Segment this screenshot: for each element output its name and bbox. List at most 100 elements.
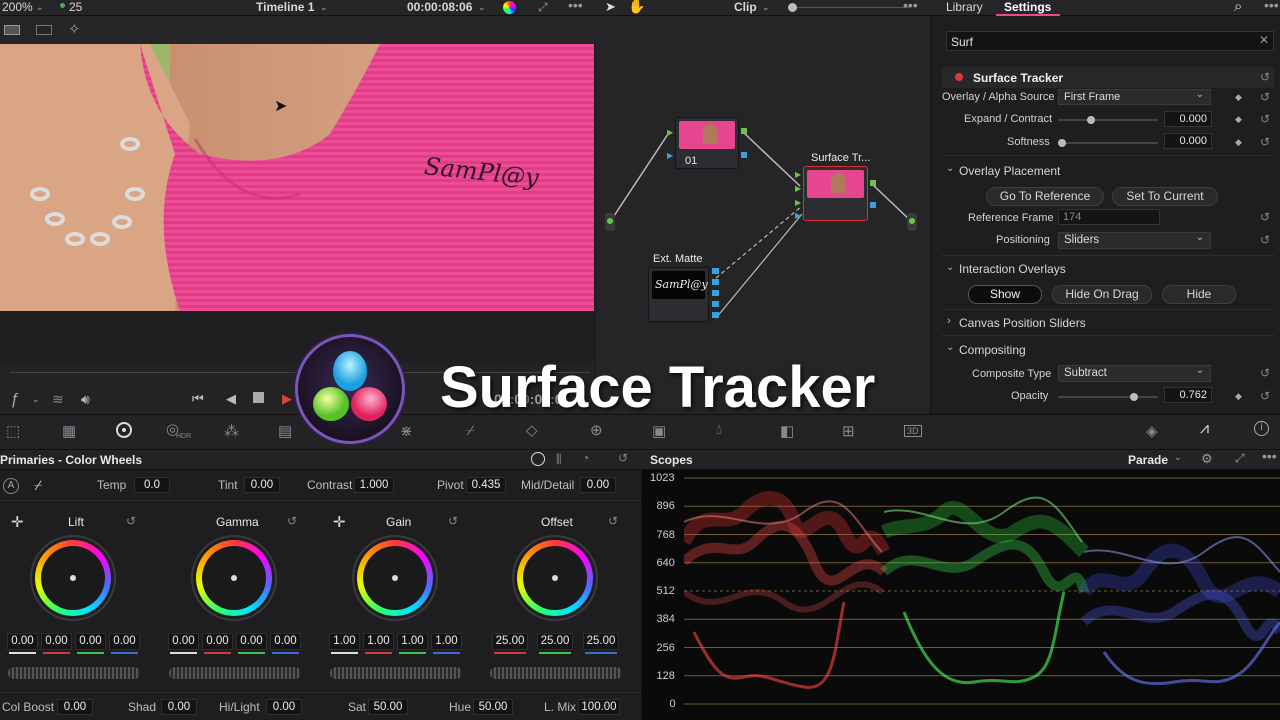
scope-mode-dropdown[interactable]: Parade xyxy=(1128,453,1168,467)
reset-icon[interactable]: ↺ xyxy=(1260,210,1270,224)
color-wheel-icon[interactable] xyxy=(503,1,516,14)
crosshair-icon[interactable]: ✛ xyxy=(11,513,24,531)
hide-button[interactable]: Hide xyxy=(1162,285,1236,304)
search-icon[interactable]: ⌕ xyxy=(1234,0,1242,15)
tab-settings[interactable]: Settings xyxy=(1004,0,1051,14)
go-to-reference-button[interactable]: Go To Reference xyxy=(986,187,1104,206)
reverse-play-icon[interactable]: ◀ xyxy=(226,391,236,407)
chevron-down-icon[interactable]: ⌄ xyxy=(32,394,40,405)
gain-master-wheel[interactable] xyxy=(330,667,462,679)
tab-library[interactable]: Library xyxy=(946,0,983,14)
viewer-frame[interactable]: SamPl@y ➤ xyxy=(0,44,594,311)
scopes-icon[interactable]: ⩘ xyxy=(1200,420,1209,438)
search-input[interactable]: Surf ✕ xyxy=(946,31,1274,51)
reset-icon[interactable]: ↺ xyxy=(1260,70,1270,84)
eyedropper-icon[interactable]: ⌿ xyxy=(34,477,42,494)
keyframe-icon[interactable]: ◆ xyxy=(1235,137,1242,148)
overlay-placement-section[interactable]: Overlay Placement xyxy=(959,164,1060,178)
blur-icon[interactable]: 💧︎ xyxy=(716,421,722,438)
lift-master-wheel[interactable] xyxy=(8,667,140,679)
reset-icon[interactable]: ↺ xyxy=(1260,366,1270,380)
volume-icon[interactable]: 🔊︎ xyxy=(81,391,90,408)
temp-value[interactable]: 0.0 xyxy=(134,477,170,493)
hand-tool-icon[interactable]: ✋ xyxy=(628,0,645,15)
sat-value[interactable]: 50.00 xyxy=(368,699,408,715)
timeline-dropdown[interactable]: Timeline 1 xyxy=(256,0,314,14)
chevron-down-icon[interactable]: ⌄ xyxy=(320,2,328,13)
rgb-mixer-icon[interactable]: ⁂ xyxy=(224,422,239,440)
col-boost-value[interactable]: 0.00 xyxy=(57,699,93,715)
clip-dropdown[interactable]: Clip xyxy=(734,0,757,14)
skip-to-start-icon[interactable]: ⏮︎ xyxy=(192,391,204,407)
3d-icon[interactable]: 3D xyxy=(904,425,922,437)
lift-g[interactable]: 0.00 xyxy=(75,633,106,650)
offset-g[interactable]: 25.00 xyxy=(537,633,573,650)
reset-icon[interactable]: ↺ xyxy=(448,514,458,528)
wheels-mode-icon[interactable] xyxy=(531,452,545,466)
gain-r[interactable]: 1.00 xyxy=(363,633,394,650)
gamma-b[interactable]: 0.00 xyxy=(270,633,301,650)
reference-frame-value[interactable]: 174 xyxy=(1058,209,1160,225)
pointer-tool-icon[interactable]: ➤ xyxy=(605,0,616,15)
tint-value[interactable]: 0.00 xyxy=(244,477,280,493)
reset-icon[interactable]: ↺ xyxy=(608,514,618,528)
gain-b[interactable]: 1.00 xyxy=(431,633,462,650)
node-01[interactable]: 01 xyxy=(675,117,739,169)
positioning-dropdown[interactable]: Sliders ⌄ xyxy=(1058,232,1211,249)
gain-y[interactable]: 1.00 xyxy=(329,633,360,650)
reset-icon[interactable]: ↺ xyxy=(1260,233,1270,247)
stop-icon[interactable] xyxy=(253,392,264,403)
gamma-master-wheel[interactable] xyxy=(169,667,301,679)
magic-wand-icon[interactable]: ✧ xyxy=(68,20,81,38)
magic-mask-icon[interactable]: ▣ xyxy=(652,422,666,440)
node-surface-tracker[interactable] xyxy=(803,166,868,221)
expand-value[interactable]: 0.000 xyxy=(1164,111,1212,127)
timecode-readout[interactable]: 00:00:08:06 xyxy=(407,0,472,14)
opacity-slider[interactable] xyxy=(1058,393,1158,401)
chevron-down-icon[interactable]: ⌄ xyxy=(1174,452,1182,463)
keyframe-icon[interactable]: ◆ xyxy=(1235,114,1242,125)
output-port[interactable] xyxy=(907,213,917,231)
pivot-value[interactable]: 0.435 xyxy=(466,477,506,493)
gamma-g[interactable]: 0.00 xyxy=(236,633,267,650)
window-icon[interactable]: ◇ xyxy=(526,421,538,439)
gamma-y[interactable]: 0.00 xyxy=(168,633,199,650)
zoom-slider[interactable] xyxy=(790,7,910,8)
reset-icon[interactable]: ↺ xyxy=(126,514,136,528)
gain-g[interactable]: 1.00 xyxy=(397,633,428,650)
lift-r[interactable]: 0.00 xyxy=(41,633,72,650)
expand-slider[interactable] xyxy=(1058,116,1158,124)
input-port[interactable] xyxy=(605,213,615,231)
play-icon[interactable]: ▶ xyxy=(282,391,292,407)
reset-icon[interactable]: ↺ xyxy=(287,514,297,528)
motion-effects-icon[interactable]: ▤ xyxy=(278,422,292,440)
auto-balance-icon[interactable]: A xyxy=(3,478,19,494)
split-viewer-icon[interactable] xyxy=(36,25,52,35)
reset-icon[interactable]: ↺ xyxy=(1260,135,1270,149)
keyframe-icon[interactable]: ◆ xyxy=(1235,92,1242,103)
eyedropper-icon[interactable]: ⌿ xyxy=(466,422,475,439)
keyframes-icon[interactable]: ◈ xyxy=(1146,422,1158,440)
overlay-alpha-dropdown[interactable]: First Frame ⌄ xyxy=(1058,89,1211,105)
expand-icon[interactable]: ⤢ xyxy=(1235,451,1245,466)
reset-icon[interactable]: ↺ xyxy=(1260,389,1270,403)
more-options-icon[interactable]: ••• xyxy=(568,0,583,13)
opacity-value[interactable]: 0.762 xyxy=(1164,387,1212,403)
lift-wheel[interactable] xyxy=(30,535,116,621)
show-button[interactable]: Show xyxy=(968,285,1042,304)
effect-enable-icon[interactable] xyxy=(955,73,963,81)
offset-wheel[interactable] xyxy=(512,535,598,621)
offset-b[interactable]: 25.00 xyxy=(583,633,619,650)
reset-icon[interactable]: ↺ xyxy=(618,451,628,465)
hue-value[interactable]: 50.00 xyxy=(473,699,513,715)
log-mode-icon[interactable]: ◔ xyxy=(582,451,589,465)
compositing-section[interactable]: Compositing xyxy=(959,343,1026,357)
softness-value[interactable]: 0.000 xyxy=(1164,133,1212,149)
chevron-down-icon[interactable]: ⌄ xyxy=(478,2,486,13)
lift-y[interactable]: 0.00 xyxy=(7,633,38,650)
hilight-value[interactable]: 0.00 xyxy=(266,699,302,715)
chevron-right-icon[interactable]: › xyxy=(947,315,951,327)
scope-settings-icon[interactable]: ⚙︎ xyxy=(1201,451,1213,467)
chevron-down-icon[interactable]: ⌄ xyxy=(36,2,44,13)
more-options-icon[interactable]: ••• xyxy=(1264,0,1279,13)
